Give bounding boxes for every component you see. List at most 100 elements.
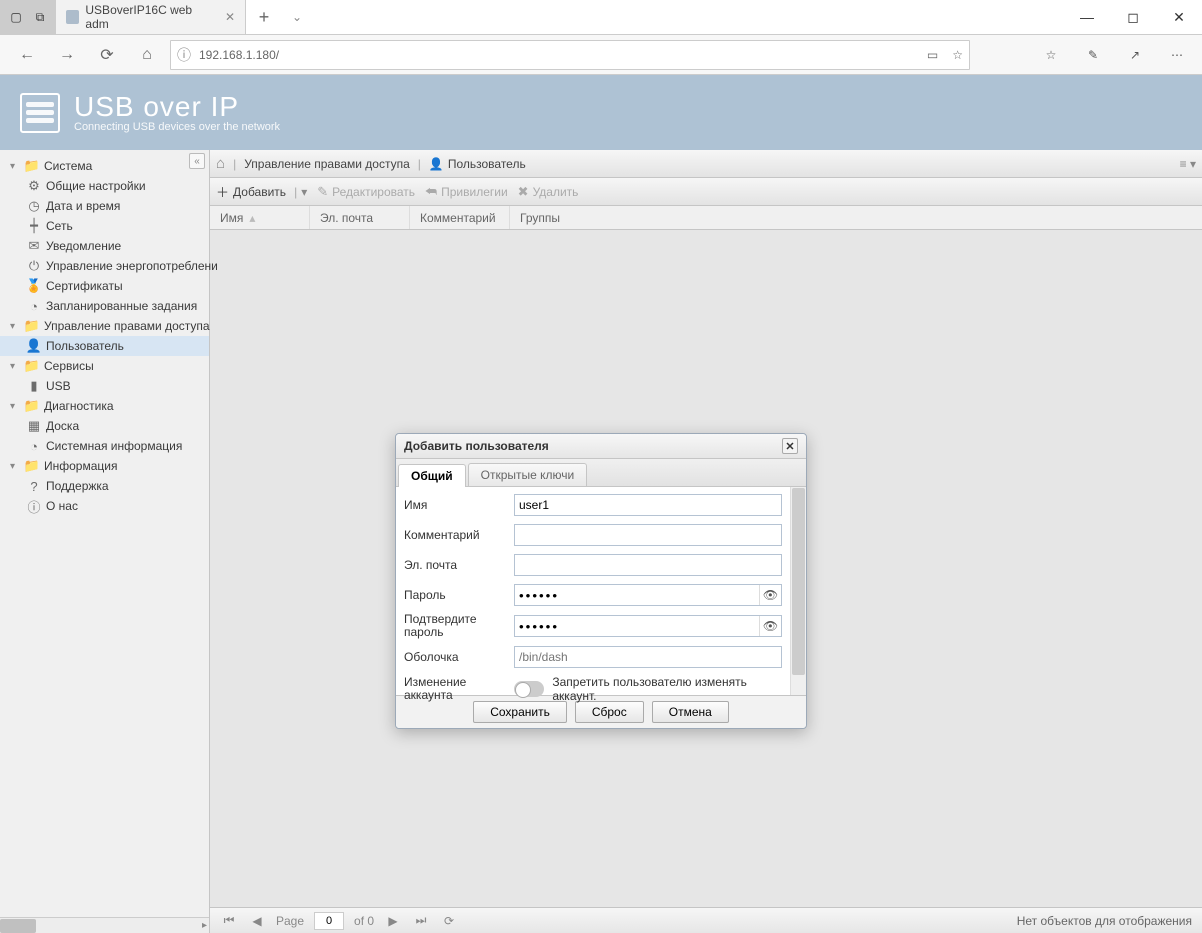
dialog-title-bar[interactable]: Добавить пользователя ✕ xyxy=(396,434,806,459)
back-button[interactable]: ← xyxy=(10,39,44,71)
dialog-tabs: Общий Открытые ключи xyxy=(396,459,806,487)
account-toggle[interactable] xyxy=(514,681,544,697)
page-input[interactable] xyxy=(314,912,344,930)
grid-icon: ▦ xyxy=(26,418,42,434)
network-icon: ┿ xyxy=(26,218,42,234)
last-page-button[interactable]: ⏭ xyxy=(412,912,430,930)
usb-icon: ▮ xyxy=(26,378,42,394)
next-page-button[interactable]: ▶ xyxy=(384,912,402,930)
confirm-password-label: Подтвердите пароль xyxy=(404,613,514,639)
notes-icon[interactable]: ✎ xyxy=(1078,40,1108,70)
sidebar-item-datetime[interactable]: ◷Дата и время xyxy=(0,196,209,216)
breadcrumb-item[interactable]: 👤Пользователь xyxy=(429,157,526,171)
sidebar-group-services[interactable]: ▾📁Сервисы xyxy=(0,356,209,376)
confirm-password-field[interactable] xyxy=(515,616,759,636)
new-tab-button[interactable]: + xyxy=(246,0,282,34)
browser-toolbar: ← → ⟳ ⌂ ⓘ 192.168.1.180/ ▭ ☆ ☆ ✎ ↗ ⋯ xyxy=(0,35,1202,75)
sidebar-item-general[interactable]: ⚙Общие настройки xyxy=(0,176,209,196)
app-logo-icon xyxy=(20,93,60,133)
dialog-scrollbar[interactable] xyxy=(790,487,806,695)
tab-general[interactable]: Общий xyxy=(398,464,466,487)
col-comment[interactable]: Комментарий xyxy=(410,206,510,229)
shell-field[interactable] xyxy=(514,646,782,668)
sidebar: « ▾📁Система ⚙Общие настройки ◷Дата и вре… xyxy=(0,150,210,933)
sort-asc-icon: ▴ xyxy=(249,211,255,225)
sidebar-item-sysinfo[interactable]: ◔Системная информация xyxy=(0,436,209,456)
user-icon: 👤 xyxy=(429,157,444,171)
close-button[interactable]: ✕ xyxy=(1156,0,1202,34)
table-header: Имя▴ Эл. почта Комментарий Группы xyxy=(210,206,1202,230)
app-subtitle: Connecting USB devices over the network xyxy=(74,121,280,133)
mail-icon: ✉ xyxy=(26,238,42,254)
first-page-button[interactable]: ⏮ xyxy=(220,912,238,930)
sidebar-group-access[interactable]: ▾📁Управление правами доступа xyxy=(0,316,209,336)
clock-icon: ◷ xyxy=(26,198,42,214)
url-bar[interactable]: ⓘ 192.168.1.180/ ▭ ☆ xyxy=(170,40,970,70)
tab-keys[interactable]: Открытые ключи xyxy=(468,463,588,486)
col-groups[interactable]: Группы xyxy=(510,206,1202,229)
reading-mode-icon[interactable]: ▭ xyxy=(927,48,938,62)
eye-icon[interactable]: 👁 xyxy=(759,616,781,636)
email-field[interactable] xyxy=(514,554,782,576)
tab-chevron-icon[interactable]: ⌄ xyxy=(282,0,312,34)
col-name[interactable]: Имя▴ xyxy=(210,206,310,229)
dialog-title: Добавить пользователя xyxy=(404,439,549,453)
toolbar: ＋Добавить|▾ ✎Редактировать ⮪Привилегии ✖… xyxy=(210,178,1202,206)
maximize-button[interactable]: ◻ xyxy=(1110,0,1156,34)
sidebar-item-notify[interactable]: ✉Уведомление xyxy=(0,236,209,256)
account-label: Изменение аккаунта xyxy=(404,676,514,702)
add-user-dialog: Добавить пользователя ✕ Общий Открытые к… xyxy=(395,433,807,729)
empty-label: Нет объектов для отображения xyxy=(1017,914,1192,928)
password-field[interactable] xyxy=(515,585,759,605)
forward-button[interactable]: → xyxy=(50,39,84,71)
refresh-button[interactable]: ⟳ xyxy=(90,39,124,71)
favorites-icon[interactable]: ☆ xyxy=(1036,40,1066,70)
sidebar-group-diag[interactable]: ▾📁Диагностика xyxy=(0,396,209,416)
sidebar-item-network[interactable]: ┿Сеть xyxy=(0,216,209,236)
breadcrumb: ⌂ | Управление правами доступа | 👤Пользо… xyxy=(210,150,1202,178)
refresh-page-button[interactable]: ⟳ xyxy=(440,912,458,930)
chevron-down-icon: ▾ xyxy=(301,185,307,199)
sidebar-group-system[interactable]: ▾📁Система xyxy=(0,156,209,176)
sidebar-item-dashboard[interactable]: ▦Доска xyxy=(0,416,209,436)
sidebar-item-support[interactable]: ?Поддержка xyxy=(0,476,209,496)
sidebar-item-power[interactable]: ⏻Управление энергопотреблени xyxy=(0,256,209,276)
sidebar-item-cert[interactable]: 🏅Сертификаты xyxy=(0,276,209,296)
help-icon: ? xyxy=(26,478,42,494)
schedule-icon: ◔ xyxy=(26,298,42,314)
share-icon[interactable]: ↗ xyxy=(1120,40,1150,70)
home-button[interactable]: ⌂ xyxy=(130,39,164,71)
badge-icon: 🏅 xyxy=(26,278,42,294)
info-icon: ◔ xyxy=(26,438,42,454)
app-viewport: USB over IP Connecting USB devices over … xyxy=(0,75,1202,933)
add-button[interactable]: ＋Добавить|▾ xyxy=(216,182,307,201)
minimize-button[interactable]: — xyxy=(1064,0,1110,34)
sidebar-item-user[interactable]: 👤Пользователь xyxy=(0,336,209,356)
dialog-close-button[interactable]: ✕ xyxy=(782,438,798,454)
os-icon[interactable]: ⧉ xyxy=(30,7,50,27)
sidebar-item-usb[interactable]: ▮USB xyxy=(0,376,209,396)
view-menu-button[interactable]: ≡ ▾ xyxy=(1180,157,1196,171)
share-icon: ⮪ xyxy=(425,184,437,200)
more-icon[interactable]: ⋯ xyxy=(1162,40,1192,70)
edit-button: ✎Редактировать xyxy=(317,184,415,200)
sidebar-group-info[interactable]: ▾📁Информация xyxy=(0,456,209,476)
comment-field[interactable] xyxy=(514,524,782,546)
favorite-icon[interactable]: ☆ xyxy=(952,48,963,62)
sidebar-item-tasks[interactable]: ◔Запланированные задания xyxy=(0,296,209,316)
eye-icon[interactable]: 👁 xyxy=(759,585,781,605)
os-icon[interactable]: ▢ xyxy=(6,7,26,27)
breadcrumb-item[interactable]: Управление правами доступа xyxy=(244,157,410,171)
sidebar-collapse-button[interactable]: « xyxy=(189,153,205,169)
gear-icon: ⚙ xyxy=(26,178,42,194)
prev-page-button[interactable]: ◀ xyxy=(248,912,266,930)
browser-tab[interactable]: USBoverIP16C web adm ✕ xyxy=(56,0,246,34)
col-email[interactable]: Эл. почта xyxy=(310,206,410,229)
breadcrumb-home-icon[interactable]: ⌂ xyxy=(216,155,225,172)
name-field[interactable] xyxy=(514,494,782,516)
password-label: Пароль xyxy=(404,588,514,602)
tab-close-icon[interactable]: ✕ xyxy=(225,10,235,24)
sidebar-scrollbar[interactable]: ▸ xyxy=(0,917,209,933)
sidebar-item-about[interactable]: ⓘО нас xyxy=(0,496,209,516)
name-label: Имя xyxy=(404,498,514,512)
